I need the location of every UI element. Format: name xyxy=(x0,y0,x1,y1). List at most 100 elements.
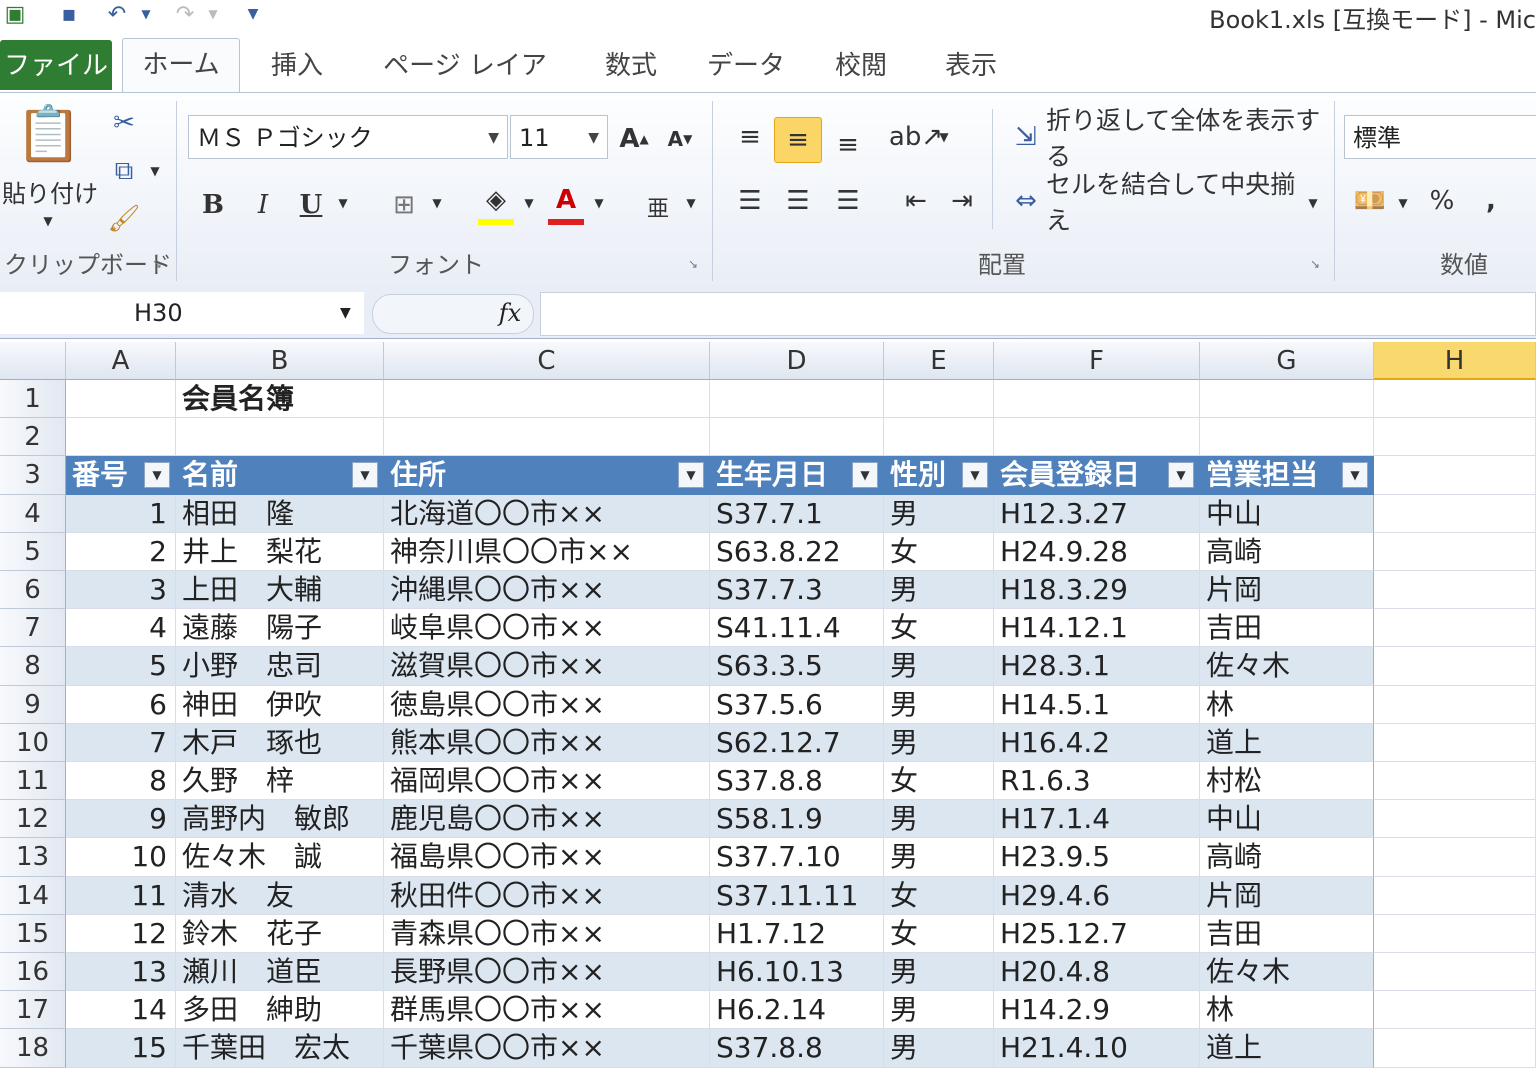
table-header-e[interactable]: 性別 ▼ xyxy=(884,456,994,495)
border-icon[interactable]: ⊞ xyxy=(386,185,422,225)
table-cell-c[interactable]: 沖縄県〇〇市×× xyxy=(384,571,710,610)
cell-H15[interactable] xyxy=(1374,914,1536,953)
table-cell-g[interactable]: 中山 xyxy=(1200,494,1374,533)
phonetic-icon[interactable]: 亜 xyxy=(640,185,676,229)
cell-H6[interactable] xyxy=(1374,571,1536,610)
table-cell-c[interactable]: 秋田件〇〇市×× xyxy=(384,876,710,915)
table-cell-a[interactable]: 9 xyxy=(66,800,176,839)
table-cell-f[interactable]: H23.9.5 xyxy=(994,838,1200,877)
table-cell-a[interactable]: 13 xyxy=(66,953,176,992)
table-cell-d[interactable]: S37.5.6 xyxy=(710,685,884,724)
row-header-8[interactable]: 8 xyxy=(0,647,66,686)
table-cell-a[interactable]: 1 xyxy=(66,494,176,533)
row-header-4[interactable]: 4 xyxy=(0,494,66,533)
underline-dropdown-icon[interactable]: ▼ xyxy=(334,191,352,215)
filter-dropdown-icon[interactable]: ▼ xyxy=(852,462,878,489)
table-cell-a[interactable]: 5 xyxy=(66,647,176,686)
cell-A1[interactable] xyxy=(66,380,176,419)
cell-H9[interactable] xyxy=(1374,685,1536,724)
table-cell-d[interactable]: S37.11.11 xyxy=(710,876,884,915)
table-cell-g[interactable]: 佐々木 xyxy=(1200,953,1374,992)
table-cell-g[interactable]: 中山 xyxy=(1200,800,1374,839)
name-box[interactable]: H30 ▼ xyxy=(0,292,364,334)
table-cell-a[interactable]: 6 xyxy=(66,685,176,724)
cell-H14[interactable] xyxy=(1374,876,1536,915)
cell-E1[interactable] xyxy=(884,380,994,419)
cell-H16[interactable] xyxy=(1374,953,1536,992)
table-cell-d[interactable]: S63.3.5 xyxy=(710,647,884,686)
orientation-dropdown-icon[interactable]: ▼ xyxy=(936,127,952,147)
tab-view[interactable]: 表示 xyxy=(936,40,1006,92)
table-header-c[interactable]: 住所 ▼ xyxy=(384,456,710,495)
column-header-c[interactable]: C xyxy=(384,342,710,380)
redo-dropdown-icon[interactable]: ▼ xyxy=(205,0,221,28)
percent-button[interactable]: % xyxy=(1422,181,1462,221)
table-cell-a[interactable]: 12 xyxy=(66,914,176,953)
cell-H3[interactable] xyxy=(1374,456,1536,495)
insert-function-icon[interactable]: fx xyxy=(490,294,530,332)
table-cell-b[interactable]: 久野 梓 xyxy=(176,762,384,801)
cell-B1[interactable]: 会員名簿 xyxy=(176,380,384,419)
table-cell-c[interactable]: 長野県〇〇市×× xyxy=(384,953,710,992)
table-cell-g[interactable]: 片岡 xyxy=(1200,571,1374,610)
underline-button[interactable]: U xyxy=(294,185,328,225)
table-cell-f[interactable]: H25.12.7 xyxy=(994,914,1200,953)
table-cell-e[interactable]: 男 xyxy=(884,991,994,1030)
cell-F1[interactable] xyxy=(994,380,1200,419)
table-cell-g[interactable]: 林 xyxy=(1200,991,1374,1030)
font-size-combo[interactable]: 11 ▼ xyxy=(510,115,608,159)
row-header-1[interactable]: 1 xyxy=(0,380,66,419)
row-header-10[interactable]: 10 xyxy=(0,723,66,762)
phonetic-dropdown-icon[interactable]: ▼ xyxy=(682,191,700,215)
table-cell-e[interactable]: 男 xyxy=(884,647,994,686)
column-header-d[interactable]: D xyxy=(710,342,884,380)
align-top-icon[interactable]: ≡ xyxy=(728,115,772,159)
align-center-icon[interactable]: ☰ xyxy=(776,179,820,223)
table-cell-c[interactable]: 滋賀県〇〇市×× xyxy=(384,647,710,686)
table-cell-c[interactable]: 神奈川県〇〇市×× xyxy=(384,532,710,571)
column-header-h[interactable]: H xyxy=(1374,342,1536,380)
table-cell-g[interactable]: 道上 xyxy=(1200,723,1374,762)
table-cell-c[interactable]: 北海道〇〇市×× xyxy=(384,494,710,533)
table-cell-d[interactable]: H1.7.12 xyxy=(710,914,884,953)
grow-font-icon[interactable]: A ▲ xyxy=(614,119,654,159)
currency-format-icon[interactable]: 💴 xyxy=(1350,181,1390,221)
paste-dropdown-icon[interactable]: ▼ xyxy=(36,211,60,231)
table-cell-d[interactable]: H6.2.14 xyxy=(710,991,884,1030)
table-cell-a[interactable]: 3 xyxy=(66,571,176,610)
table-cell-f[interactable]: H14.2.9 xyxy=(994,991,1200,1030)
table-cell-c[interactable]: 福島県〇〇市×× xyxy=(384,838,710,877)
align-bottom-icon[interactable]: ≡ xyxy=(826,123,870,167)
tab-data[interactable]: データ xyxy=(706,40,786,92)
table-cell-e[interactable]: 男 xyxy=(884,723,994,762)
filter-dropdown-icon[interactable]: ▼ xyxy=(352,462,378,489)
table-cell-c[interactable]: 岐阜県〇〇市×× xyxy=(384,609,710,648)
table-cell-a[interactable]: 8 xyxy=(66,762,176,801)
border-dropdown-icon[interactable]: ▼ xyxy=(428,191,446,215)
wrap-text-icon[interactable]: ⇲ xyxy=(1008,119,1044,155)
table-cell-e[interactable]: 男 xyxy=(884,800,994,839)
formula-input[interactable] xyxy=(540,292,1536,336)
table-cell-g[interactable]: 片岡 xyxy=(1200,876,1374,915)
column-header-e[interactable]: E xyxy=(884,342,994,380)
row-header-17[interactable]: 17 xyxy=(0,991,66,1030)
cell-H13[interactable] xyxy=(1374,838,1536,877)
table-header-a[interactable]: 番号 ▼ xyxy=(66,456,176,495)
filter-dropdown-icon[interactable]: ▼ xyxy=(962,462,988,489)
number-format-combo[interactable]: 標準 xyxy=(1344,115,1536,159)
bold-button[interactable]: B xyxy=(196,185,230,225)
table-cell-d[interactable]: S58.1.9 xyxy=(710,800,884,839)
cell-G1[interactable] xyxy=(1200,380,1374,419)
merge-center-dropdown-icon[interactable]: ▼ xyxy=(1304,191,1322,215)
table-cell-e[interactable]: 女 xyxy=(884,609,994,648)
column-header-b[interactable]: B xyxy=(176,342,384,380)
row-header-12[interactable]: 12 xyxy=(0,800,66,839)
cut-icon[interactable]: ✂ xyxy=(106,105,142,141)
table-cell-b[interactable]: 多田 紳助 xyxy=(176,991,384,1030)
cell-H17[interactable] xyxy=(1374,991,1536,1030)
table-cell-e[interactable]: 男 xyxy=(884,571,994,610)
table-cell-g[interactable]: 高崎 xyxy=(1200,532,1374,571)
table-cell-a[interactable]: 14 xyxy=(66,991,176,1030)
table-cell-d[interactable]: S37.8.8 xyxy=(710,762,884,801)
decrease-indent-icon[interactable]: ⇤ xyxy=(894,179,938,223)
